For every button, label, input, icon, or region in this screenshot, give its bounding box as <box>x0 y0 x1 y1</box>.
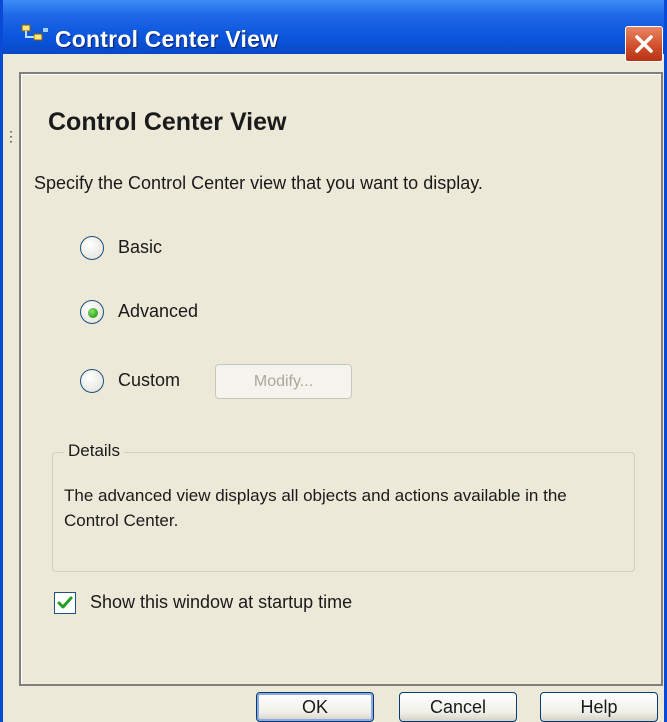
radio-button[interactable] <box>80 300 104 324</box>
radio-label-advanced: Advanced <box>118 301 199 321</box>
radio-selected-dot <box>88 308 98 318</box>
radio-basic[interactable]: Basic <box>80 236 200 264</box>
instruction-text: Specify the Control Center view that you… <box>34 173 483 193</box>
close-button[interactable] <box>625 26 663 62</box>
cancel-button[interactable]: Cancel <box>399 692 517 722</box>
window-title: Control Center View <box>55 26 279 52</box>
control-center-icon <box>21 24 48 41</box>
edge-marker: ⋮ <box>4 128 18 144</box>
radio-label-basic: Basic <box>118 237 163 257</box>
radio-button[interactable] <box>80 369 104 393</box>
details-description: The advanced view displays all objects a… <box>64 486 567 530</box>
ok-button[interactable]: OK <box>256 692 374 722</box>
checkmark-icon <box>57 596 73 609</box>
startup-checkbox[interactable] <box>54 592 76 614</box>
startup-checkbox-label[interactable]: Show this window at startup time <box>90 592 352 613</box>
radio-custom[interactable]: Custom <box>80 369 205 397</box>
page-title: Control Center View <box>48 108 287 136</box>
close-icon <box>635 35 653 53</box>
radio-label-custom: Custom <box>118 370 181 390</box>
radio-advanced[interactable]: Advanced <box>80 300 230 328</box>
details-legend: Details <box>64 441 124 461</box>
modify-button[interactable]: Modify... <box>215 364 352 399</box>
radio-button[interactable] <box>80 236 104 260</box>
title-bar[interactable]: Control Center View <box>3 0 664 54</box>
help-button[interactable]: Help <box>540 692 658 722</box>
